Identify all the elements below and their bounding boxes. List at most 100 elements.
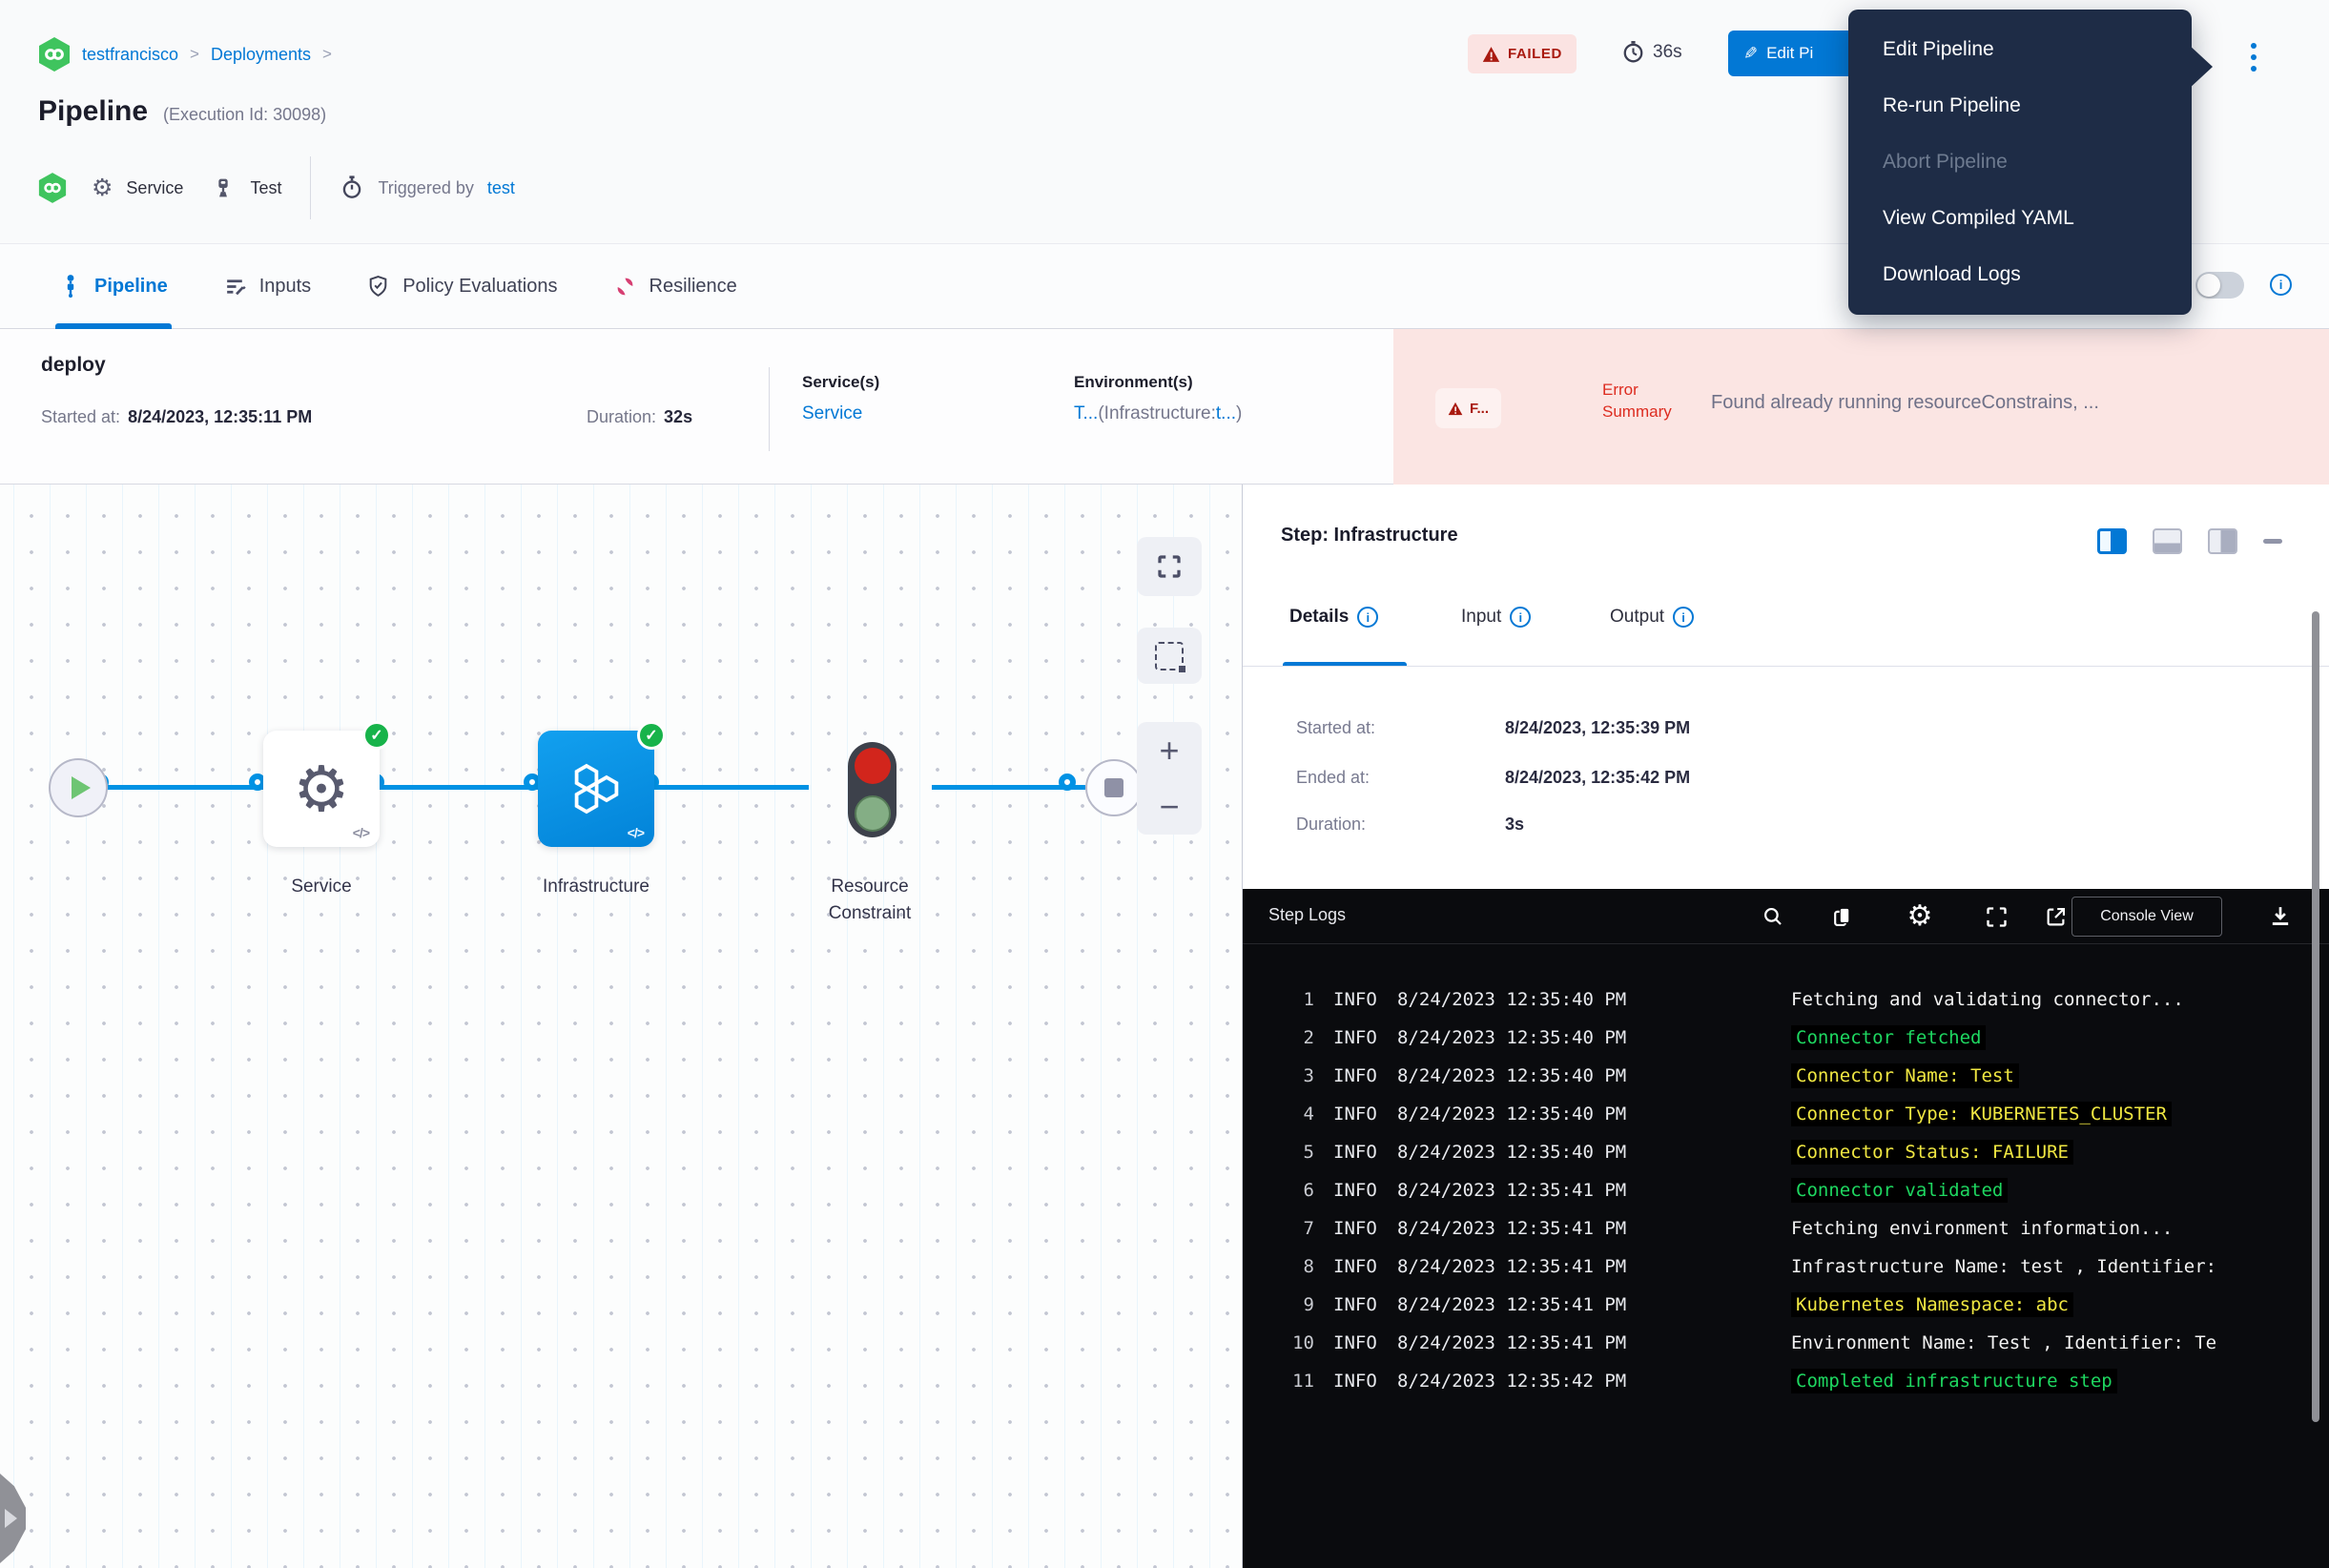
layout-right-split-active-icon[interactable] xyxy=(2097,528,2127,554)
chevron-right-icon xyxy=(5,1509,17,1528)
canvas-fullscreen-button[interactable] xyxy=(1137,537,1202,596)
pipeline-canvas[interactable]: ⚙ Service Infrastructure Resource Constr… xyxy=(0,485,1243,1568)
minimize-panel-icon[interactable] xyxy=(2263,539,2282,544)
environment-link[interactable]: T... xyxy=(1074,403,1098,423)
environments-block: Environment(s) T...(Infrastructure:t...) xyxy=(1074,373,1242,424)
log-copy-button[interactable] xyxy=(1826,901,1857,932)
field-value: 3s xyxy=(1505,815,1524,835)
elapsed-value: 36s xyxy=(1653,42,1682,63)
gear-icon: ⚙ xyxy=(293,757,349,820)
duration-value: 32s xyxy=(664,407,692,427)
success-check-icon xyxy=(362,721,391,750)
info-icon[interactable] xyxy=(1510,607,1531,628)
node-infrastructure[interactable] xyxy=(538,731,654,847)
pipeline-options-menu: Edit Pipeline Re-run Pipeline Abort Pipe… xyxy=(1848,10,2192,315)
policy-shield-icon xyxy=(366,274,390,299)
start-node[interactable] xyxy=(49,758,108,817)
field-label: Duration: xyxy=(1296,815,1505,835)
status-badge: FAILED xyxy=(1468,34,1577,73)
started-label: Started at: xyxy=(41,407,120,427)
log-row: 3INFO8/24/2023 12:35:40 PMConnector Name… xyxy=(1243,1057,2329,1095)
error-summary-text: Found already running resourceConstrains… xyxy=(1711,392,2319,414)
breadcrumb-project[interactable]: testfrancisco xyxy=(82,45,178,65)
copy-icon xyxy=(1829,904,1855,930)
log-row: 1INFO8/24/2023 12:35:40 PMFetching and v… xyxy=(1243,980,2329,1019)
menu-item-edit-pipeline[interactable]: Edit Pipeline xyxy=(1848,24,2192,75)
log-row: 2INFO8/24/2023 12:35:40 PMConnector fetc… xyxy=(1243,1019,2329,1057)
download-icon xyxy=(2267,903,2294,930)
divider xyxy=(1243,666,2329,667)
log-fullscreen-button[interactable] xyxy=(1981,901,2011,932)
error-status-badge: F... xyxy=(1435,388,1501,428)
info-icon[interactable] xyxy=(1357,607,1378,628)
divider xyxy=(310,156,311,219)
tab-input[interactable]: Input xyxy=(1461,607,1531,628)
services-value-link[interactable]: Service xyxy=(802,403,879,424)
error-badge-label: F... xyxy=(1470,401,1489,417)
elapsed-time: 36s xyxy=(1621,40,1682,64)
log-open-external-button[interactable] xyxy=(2040,901,2071,932)
code-icon xyxy=(353,825,369,840)
panel-layout-controls xyxy=(2097,528,2282,554)
log-row: 10INFO8/24/2023 12:35:41 PMEnvironment N… xyxy=(1243,1324,2329,1362)
field-label: Started at: xyxy=(1296,718,1505,738)
tab-inputs[interactable]: Inputs xyxy=(223,244,311,328)
console-view-button[interactable]: Console View xyxy=(2071,897,2222,937)
log-settings-button[interactable]: ⚙ xyxy=(1905,901,1935,932)
edge-connector-dot xyxy=(1059,774,1076,791)
environment-suffix: ) xyxy=(1236,403,1242,423)
vertical-scrollbar[interactable] xyxy=(2312,611,2319,1422)
log-download-button[interactable] xyxy=(2265,901,2296,932)
tab-output[interactable]: Output xyxy=(1610,607,1694,628)
page-title: Pipeline xyxy=(38,95,148,128)
resilience-icon xyxy=(613,275,637,299)
node-service[interactable]: ⚙ xyxy=(263,731,380,847)
tab-resilience[interactable]: Resilience xyxy=(613,244,737,328)
log-row: 9INFO8/24/2023 12:35:41 PMKubernetes Nam… xyxy=(1243,1286,2329,1324)
test-icon xyxy=(210,175,237,201)
tab-pipeline[interactable]: Pipeline xyxy=(59,244,168,328)
services-block: Service(s) Service xyxy=(802,373,879,424)
step-panel-title: Step: Infrastructure xyxy=(1281,525,1458,547)
more-options-kebab-icon[interactable] xyxy=(2243,36,2264,78)
end-node[interactable] xyxy=(1085,759,1143,816)
zoom-in-button[interactable]: + xyxy=(1137,722,1202,778)
zoom-out-button[interactable]: − xyxy=(1137,778,1202,835)
canvas-marquee-select-button[interactable] xyxy=(1137,628,1202,684)
environment-infra-link[interactable]: t... xyxy=(1216,403,1236,423)
view-toggle[interactable] xyxy=(2195,272,2244,299)
log-search-button[interactable] xyxy=(1758,901,1788,932)
layout-bottom-split-icon[interactable] xyxy=(2153,528,2182,554)
node-resource-constraint[interactable] xyxy=(848,742,897,837)
tab-label: Output xyxy=(1610,607,1664,628)
detail-field-started: Started at: 8/24/2023, 12:35:39 PM xyxy=(1296,718,1690,738)
tab-policy-evaluations[interactable]: Policy Evaluations xyxy=(366,244,557,328)
log-row: 6INFO8/24/2023 12:35:41 PMConnector vali… xyxy=(1243,1171,2329,1209)
node-label-resource-constraint: Resource Constraint xyxy=(790,874,950,927)
triggered-by-label: Triggered by xyxy=(378,178,473,198)
breadcrumb-deployments[interactable]: Deployments xyxy=(211,45,311,65)
warning-icon xyxy=(1448,402,1463,416)
log-row: 7INFO8/24/2023 12:35:41 PMFetching envir… xyxy=(1243,1209,2329,1248)
layout-right-panel-icon[interactable] xyxy=(2208,528,2237,554)
tab-details[interactable]: Details xyxy=(1289,607,1378,628)
menu-item-view-compiled-yaml[interactable]: View Compiled YAML xyxy=(1848,193,2192,244)
clock-icon xyxy=(1621,40,1645,64)
log-output[interactable]: 1INFO8/24/2023 12:35:40 PMFetching and v… xyxy=(1243,944,2329,1568)
detail-field-duration: Duration: 3s xyxy=(1296,815,1524,835)
log-row: 4INFO8/24/2023 12:35:40 PMConnector Type… xyxy=(1243,1095,2329,1133)
menu-item-download-logs[interactable]: Download Logs xyxy=(1848,249,2192,300)
tab-label: Pipeline xyxy=(94,276,168,298)
environments-value: T...(Infrastructure:t...) xyxy=(1074,403,1242,424)
fullscreen-icon xyxy=(1984,904,2010,930)
info-icon[interactable] xyxy=(2270,274,2292,296)
step-panel-tabs: Details Input Output xyxy=(1243,607,2329,666)
triggered-by-value[interactable]: test xyxy=(487,178,515,198)
menu-item-rerun-pipeline[interactable]: Re-run Pipeline xyxy=(1848,80,2192,132)
node-label-service: Service xyxy=(263,874,380,900)
detail-field-ended: Ended at: 8/24/2023, 12:35:42 PM xyxy=(1296,768,1690,788)
meta-service-label: Service xyxy=(126,178,183,198)
stage-name: deploy xyxy=(41,354,106,377)
services-label: Service(s) xyxy=(802,373,879,392)
info-icon[interactable] xyxy=(1673,607,1694,628)
